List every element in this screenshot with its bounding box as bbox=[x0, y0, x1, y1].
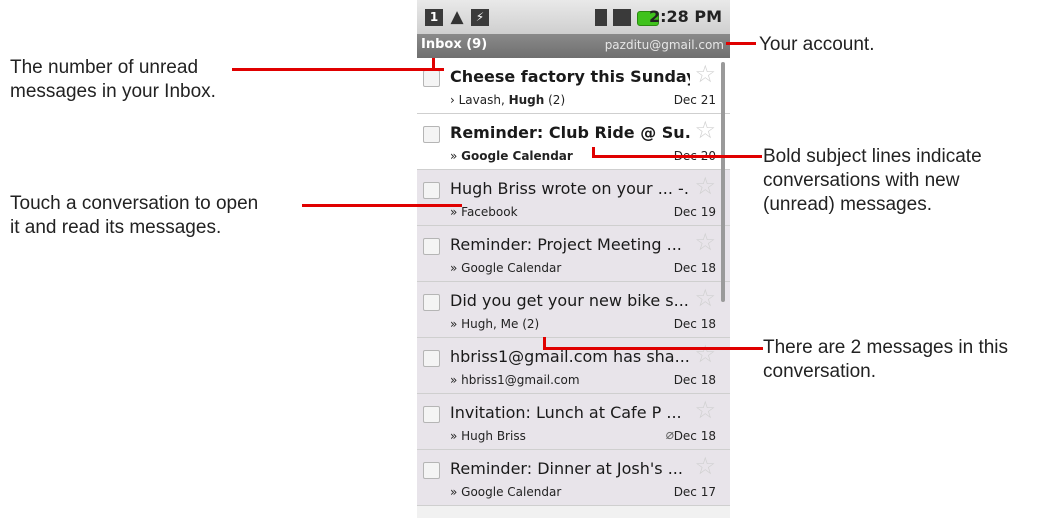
conversation-row[interactable]: Reminder: Club Ride @ Su... ☆ » Google Cal… bbox=[417, 114, 730, 170]
conversation-subject: Cheese factory this Sunday bbox=[450, 67, 690, 86]
star-icon[interactable]: ☆ bbox=[694, 452, 716, 480]
conversation-senders: » Google Calendar bbox=[450, 261, 562, 275]
star-icon[interactable]: ☆ bbox=[694, 116, 716, 144]
select-checkbox[interactable] bbox=[423, 294, 440, 311]
conversation-subject: Did you get your new bike s... bbox=[450, 291, 689, 310]
conversation-row[interactable]: Did you get your new bike s... ☆ » Hugh, M… bbox=[417, 282, 730, 338]
conversation-row[interactable]: Reminder: Project Meeting ... ☆ » Google C… bbox=[417, 226, 730, 282]
status-bar: 1 ▲ ⚡ 2:28 PM bbox=[417, 0, 730, 34]
conversation-senders: » Hugh, Me (2) bbox=[450, 317, 540, 331]
conversation-subject: Hugh Briss wrote on your ... -... bbox=[450, 179, 690, 198]
callout-line-bold bbox=[592, 155, 762, 158]
conversation-subject: Reminder: Club Ride @ Su... bbox=[450, 123, 690, 142]
callout-line-unread bbox=[232, 68, 444, 71]
conversation-senders: » Facebook bbox=[450, 205, 518, 219]
warning-icon: ▲ bbox=[450, 7, 464, 27]
callout-line-count-tick bbox=[543, 337, 546, 349]
callout-touch-conversation: Touch a conversation to open it and read… bbox=[10, 193, 259, 238]
inbox-header: Inbox (9) pazditu@gmail.com bbox=[417, 34, 730, 58]
notification-icon-1: 1 bbox=[425, 9, 443, 26]
callout-line-touch bbox=[302, 204, 462, 207]
callout-line-bold-tick bbox=[592, 147, 595, 157]
star-icon[interactable]: ☆ bbox=[694, 228, 716, 256]
inbox-label: Inbox (9) bbox=[421, 37, 488, 52]
callout-bold-subject: Bold subject lines indicate conversation… bbox=[763, 146, 982, 215]
conversation-date: Dec 18 bbox=[673, 261, 716, 275]
phone-screen: 1 ▲ ⚡ 2:28 PM Inbox (9) pazditu@gmail.co… bbox=[417, 0, 730, 518]
star-icon[interactable]: ☆ bbox=[694, 340, 716, 368]
callout-message-count: There are 2 messages in this conversatio… bbox=[763, 337, 1009, 382]
star-icon[interactable]: ☆ bbox=[694, 60, 716, 88]
conversation-date: Dec 19 bbox=[673, 205, 716, 219]
conversation-senders: › Lavash, Hugh (2) bbox=[450, 93, 566, 107]
conversation-subject: Reminder: Dinner at Josh's ... bbox=[450, 459, 683, 478]
scrollbar[interactable] bbox=[721, 62, 725, 302]
wifi-icon bbox=[595, 9, 607, 26]
callout-unread-count: The number of unread messages in your In… bbox=[10, 57, 216, 102]
select-checkbox[interactable] bbox=[423, 182, 440, 199]
conversation-list: Cheese factory this Sunday ☆ › Lavash, Hug… bbox=[417, 58, 730, 506]
callout-line-unread-tick bbox=[432, 58, 435, 70]
clock: 2:28 PM bbox=[648, 7, 722, 26]
conversation-senders: » Google Calendar bbox=[450, 485, 562, 499]
conversation-date: Dec 21 bbox=[673, 93, 716, 107]
conversation-senders: » Google Calendar bbox=[450, 149, 573, 163]
conversation-date: Dec 17 bbox=[673, 485, 716, 499]
account-email[interactable]: pazditu@gmail.com bbox=[605, 38, 724, 52]
usb-icon: ⚡ bbox=[471, 9, 489, 26]
conversation-row[interactable]: Cheese factory this Sunday ☆ › Lavash, Hug… bbox=[417, 58, 730, 114]
conversation-senders: » Hugh Briss bbox=[450, 429, 526, 443]
select-checkbox[interactable] bbox=[423, 350, 440, 367]
conversation-row[interactable]: Hugh Briss wrote on your ... -... ☆ » Face… bbox=[417, 170, 730, 226]
select-checkbox[interactable] bbox=[423, 238, 440, 255]
callout-account: Your account. bbox=[759, 34, 875, 55]
callout-line-count bbox=[543, 347, 763, 350]
signal-icon bbox=[613, 9, 631, 26]
select-checkbox[interactable] bbox=[423, 70, 440, 87]
star-icon[interactable]: ☆ bbox=[694, 284, 716, 312]
conversation-subject: Invitation: Lunch at Cafe P ... bbox=[450, 403, 682, 422]
select-checkbox[interactable] bbox=[423, 126, 440, 143]
conversation-date: Dec 18 bbox=[673, 317, 716, 331]
conversation-row[interactable]: Reminder: Dinner at Josh's ... ☆ » Google … bbox=[417, 450, 730, 506]
star-icon[interactable]: ☆ bbox=[694, 396, 716, 424]
select-checkbox[interactable] bbox=[423, 406, 440, 423]
conversation-row[interactable]: Invitation: Lunch at Cafe P ... ☆ » Hugh B… bbox=[417, 394, 730, 450]
callout-line-account bbox=[726, 42, 756, 45]
conversation-date: Dec 18 bbox=[673, 373, 716, 387]
conversation-date: Dec 18 bbox=[673, 429, 716, 443]
star-icon[interactable]: ☆ bbox=[694, 172, 716, 200]
select-checkbox[interactable] bbox=[423, 462, 440, 479]
conversation-senders: » hbriss1@gmail.com bbox=[450, 373, 580, 387]
conversation-subject: Reminder: Project Meeting ... bbox=[450, 235, 682, 254]
